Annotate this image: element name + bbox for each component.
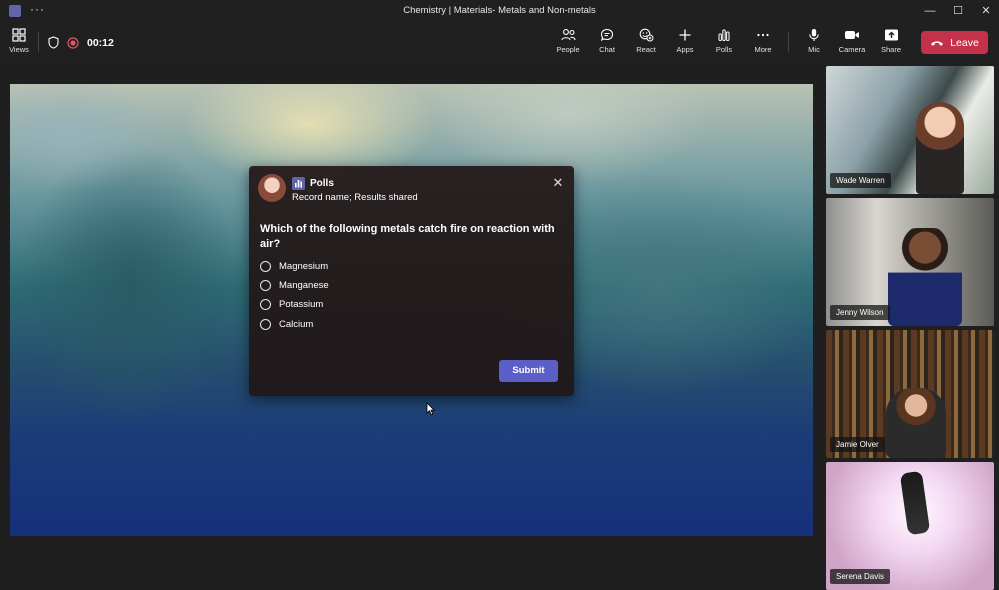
poll-question: Which of the following metals catch fire… xyxy=(260,223,555,250)
submit-button[interactable]: Submit xyxy=(499,360,558,382)
participant-name: Jamie Olver xyxy=(830,437,885,452)
hang-up-icon xyxy=(931,40,944,46)
meeting-timer: 00:12 xyxy=(87,36,114,49)
participant-name: Wade Warren xyxy=(830,173,891,188)
poll-option[interactable]: Manganese xyxy=(260,280,329,291)
apps-button[interactable]: Apps xyxy=(668,28,702,54)
more-label: More xyxy=(754,45,772,54)
mouse-cursor-icon xyxy=(426,402,435,416)
radio-button-icon[interactable] xyxy=(260,299,271,310)
radio-button-icon[interactable] xyxy=(260,319,271,330)
poll-option-label: Calcium xyxy=(279,319,314,330)
react-label: React xyxy=(636,45,656,54)
polls-label: Polls xyxy=(715,45,733,54)
apps-label: Apps xyxy=(676,45,694,54)
chat-label: Chat xyxy=(599,45,615,54)
recording-status: 00:12 xyxy=(48,36,114,49)
mic-icon xyxy=(809,29,819,41)
participant-name: Serena Davis xyxy=(830,569,891,584)
polls-app-icon xyxy=(292,177,305,190)
share-button[interactable]: Share xyxy=(874,28,908,54)
poll-option[interactable]: Potassium xyxy=(260,299,323,310)
apps-icon xyxy=(679,29,691,41)
window-title: Chemistry | Materials- Metals and Non-me… xyxy=(403,5,596,16)
shield-icon xyxy=(48,36,59,49)
poll-option-label: Magnesium xyxy=(279,261,329,272)
react-button[interactable]: React xyxy=(629,28,663,54)
views-label: Views xyxy=(9,45,29,54)
poll-option-label: Potassium xyxy=(279,299,324,310)
share-label: Share xyxy=(880,45,901,54)
camera-label: Camera xyxy=(838,45,866,54)
views-icon xyxy=(12,28,26,42)
chat-icon xyxy=(600,28,614,42)
leave-label: Leave xyxy=(950,36,979,49)
participant-name: Jenny Wilson xyxy=(830,305,890,320)
participant-tile[interactable]: Jamie Olver xyxy=(826,330,994,458)
radio-button-icon[interactable] xyxy=(260,261,271,272)
react-icon xyxy=(639,28,653,42)
participant-video xyxy=(916,102,964,194)
people-label: People xyxy=(556,45,580,54)
participant-video xyxy=(899,470,931,536)
more-button[interactable]: More xyxy=(746,28,780,54)
record-icon xyxy=(67,36,79,49)
people-button[interactable]: People xyxy=(551,28,585,54)
camera-button[interactable]: Camera xyxy=(835,28,869,54)
views-button[interactable]: Views xyxy=(2,28,36,54)
participant-tile[interactable]: Serena Davis xyxy=(826,462,994,590)
mic-label: Mic xyxy=(808,45,820,54)
share-icon xyxy=(884,29,898,41)
more-icon xyxy=(757,33,769,37)
camera-icon xyxy=(845,31,859,39)
participant-video xyxy=(886,388,946,458)
poll-option[interactable]: Magnesium xyxy=(260,261,328,272)
presenter-avatar xyxy=(258,174,286,202)
poll-app-name: Polls xyxy=(310,178,334,189)
polls-icon xyxy=(718,29,730,41)
close-icon[interactable]: ✕ xyxy=(969,0,999,22)
poll-card: Polls Record name; Results shared ✕ Whic… xyxy=(249,166,574,396)
leave-button[interactable]: Leave xyxy=(921,31,988,54)
poll-subtitle: Record name; Results shared xyxy=(292,192,418,203)
participant-tile[interactable]: Jenny Wilson xyxy=(826,198,994,326)
participant-video xyxy=(888,228,962,326)
meeting-toolbar: Views 00:12 People Chat React Apps Polls… xyxy=(0,22,999,62)
chat-button[interactable]: Chat xyxy=(590,28,624,54)
mic-button[interactable]: Mic xyxy=(797,28,831,54)
people-icon xyxy=(560,29,576,41)
poll-close-icon[interactable]: ✕ xyxy=(551,176,565,190)
participant-tile[interactable]: Wade Warren xyxy=(826,66,994,194)
poll-option-label: Manganese xyxy=(279,280,329,291)
radio-button-icon[interactable] xyxy=(260,280,271,291)
polls-button[interactable]: Polls xyxy=(707,28,741,54)
title-bar: ··· Chemistry | Materials- Metals and No… xyxy=(0,0,999,22)
poll-option[interactable]: Calcium xyxy=(260,319,313,330)
